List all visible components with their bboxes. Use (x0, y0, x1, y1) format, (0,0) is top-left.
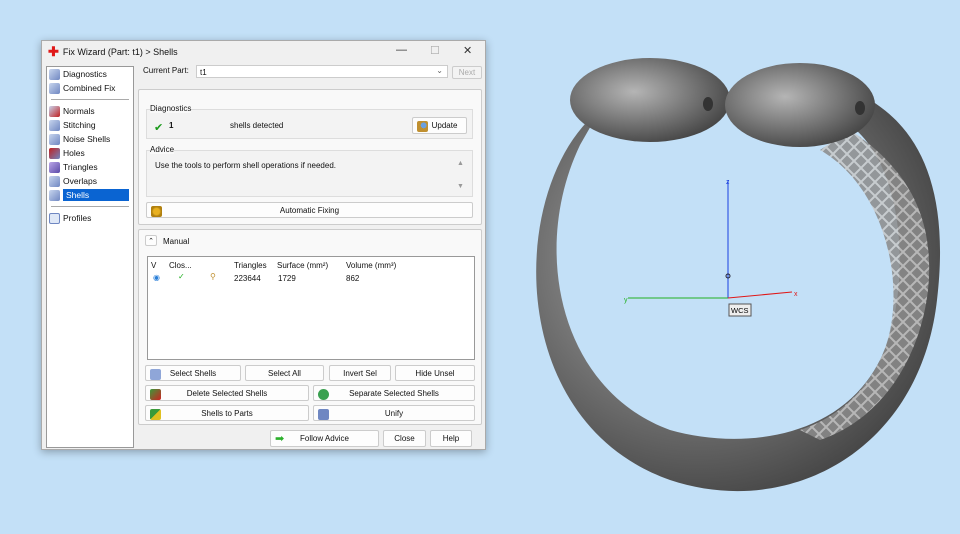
sidebar-item-combined-fix[interactable]: Combined Fix (47, 81, 133, 95)
follow-advice-button[interactable]: ➡ Follow Advice (270, 430, 379, 447)
check-icon: ✔ (154, 122, 164, 134)
holes-icon (49, 147, 60, 159)
noise-shells-icon (49, 133, 60, 145)
triangles-icon (49, 161, 60, 173)
column-header-surface[interactable]: Surface (mm²) (277, 261, 328, 270)
current-part-value: t1 (200, 68, 207, 77)
shells-to-parts-button[interactable]: Shells to Parts (145, 405, 309, 421)
fix-wizard-dialog: ✚ Fix Wizard (Part: t1) > Shells — ☐ ✕ Di… (41, 40, 486, 450)
sidebar-item-triangles[interactable]: Triangles (47, 160, 133, 174)
y-label: y (624, 297, 628, 304)
shells-detected-text: shells detected (230, 121, 284, 130)
column-header-volume[interactable]: Volume (mm³) (346, 261, 396, 270)
close-button[interactable]: Close (383, 430, 426, 447)
normals-icon (49, 105, 60, 117)
sidebar: Diagnostics Combined Fix Normals Stitchi… (46, 66, 134, 448)
z-label: z (726, 179, 730, 186)
x-axis (727, 291, 793, 299)
advice-title: Advice (150, 145, 175, 154)
separate-selected-shells-button[interactable]: Separate Selected Shells (313, 385, 475, 401)
triangles-cell: 223644 (234, 274, 261, 283)
current-part-label: Current Part: (143, 66, 189, 75)
overlaps-icon (49, 175, 60, 187)
magnifier-icon[interactable]: ⚲ (210, 272, 216, 281)
select-cursor-icon (150, 369, 161, 380)
document-icon (49, 212, 60, 224)
x-label: x (794, 291, 798, 298)
unify-icon (318, 409, 329, 420)
wcs-label: WCS (731, 306, 749, 315)
eye-icon[interactable]: ◉ (153, 273, 160, 282)
advice-group: Use the tools to perform shell operation… (146, 150, 473, 197)
next-button[interactable]: Next (452, 66, 482, 79)
shells-icon (49, 189, 60, 201)
chevron-down-icon: ⌄ (436, 66, 443, 75)
stitching-icon (49, 119, 60, 131)
check-icon: ✓ (178, 272, 185, 281)
surface-cell: 1729 (278, 274, 296, 283)
sidebar-item-diagnostics[interactable]: Diagnostics (47, 67, 133, 81)
hide-unsel-button[interactable]: Hide Unsel (395, 365, 475, 381)
manual-title: Manual (163, 237, 190, 246)
sidebar-item-overlaps[interactable]: Overlaps (47, 174, 133, 188)
diagnostics-panel: ✔ 1 shells detected Update Diagnostics U… (138, 89, 482, 225)
update-button[interactable]: Update (412, 117, 467, 134)
sidebar-item-stitching[interactable]: Stitching (47, 118, 133, 132)
current-part-select[interactable]: t1 ⌄ (196, 65, 448, 78)
help-button[interactable]: Help (430, 430, 472, 447)
shell-count: 1 (169, 121, 174, 130)
manual-panel: ⌃ Manual V Clos... Triangles Surface (mm… (138, 229, 482, 425)
scroll-up-icon[interactable]: ▲ (457, 160, 464, 167)
shells-to-parts-icon (150, 409, 161, 420)
3d-viewport[interactable]: z y x WCS (490, 0, 960, 532)
magnifier-icon (49, 68, 60, 80)
invert-sel-button[interactable]: Invert Sel (329, 365, 391, 381)
shells-table[interactable]: V Clos... Triangles Surface (mm²) Volume… (147, 256, 475, 360)
collapse-button[interactable]: ⌃ (145, 235, 157, 246)
select-all-button[interactable]: Select All (245, 365, 324, 381)
green-arrow-icon: ➡ (275, 433, 285, 445)
ring-model: z y x WCS (536, 58, 941, 492)
unify-button[interactable]: Unify (313, 405, 475, 421)
separate-shell-icon (318, 389, 329, 400)
window-title: Fix Wizard (Part: t1) > Shells (62, 47, 178, 57)
automatic-fixing-button[interactable]: Automatic Fixing (146, 202, 473, 218)
volume-cell: 862 (346, 274, 360, 283)
diagnostics-title: Diagnostics (150, 104, 192, 113)
diagnostics-group: ✔ 1 shells detected Update (146, 109, 473, 139)
delete-selected-shells-button[interactable]: Delete Selected Shells (145, 385, 309, 401)
sidebar-item-shells[interactable]: Shells (47, 188, 133, 202)
sidebar-item-profiles[interactable]: Profiles (47, 211, 133, 225)
select-shells-button[interactable]: Select Shells (145, 365, 241, 381)
sidebar-item-holes[interactable]: Holes (47, 146, 133, 160)
advice-text: Use the tools to perform shell operation… (155, 161, 336, 170)
column-header-triangles[interactable]: Triangles (234, 261, 267, 270)
red-cross-icon: ✚ (48, 44, 59, 59)
title-bar: ✚ Fix Wizard (Part: t1) > Shells (42, 41, 485, 63)
gears-icon (151, 206, 162, 217)
sidebar-item-normals[interactable]: Normals (47, 104, 133, 118)
scroll-down-icon[interactable]: ▼ (457, 183, 464, 190)
delete-shell-icon (150, 389, 161, 400)
sidebar-item-noise-shells[interactable]: Noise Shells (47, 132, 133, 146)
column-header-v[interactable]: V (151, 261, 156, 270)
cube-icon (49, 82, 60, 94)
close-window-button[interactable]: ✕ (463, 44, 472, 57)
magnifier-icon (417, 121, 428, 132)
collapse-up-icon: ⌃ (148, 237, 154, 245)
minimize-button[interactable]: — (396, 44, 407, 56)
maximize-button[interactable]: ☐ (430, 44, 440, 57)
column-header-closed[interactable]: Clos... (169, 261, 192, 270)
